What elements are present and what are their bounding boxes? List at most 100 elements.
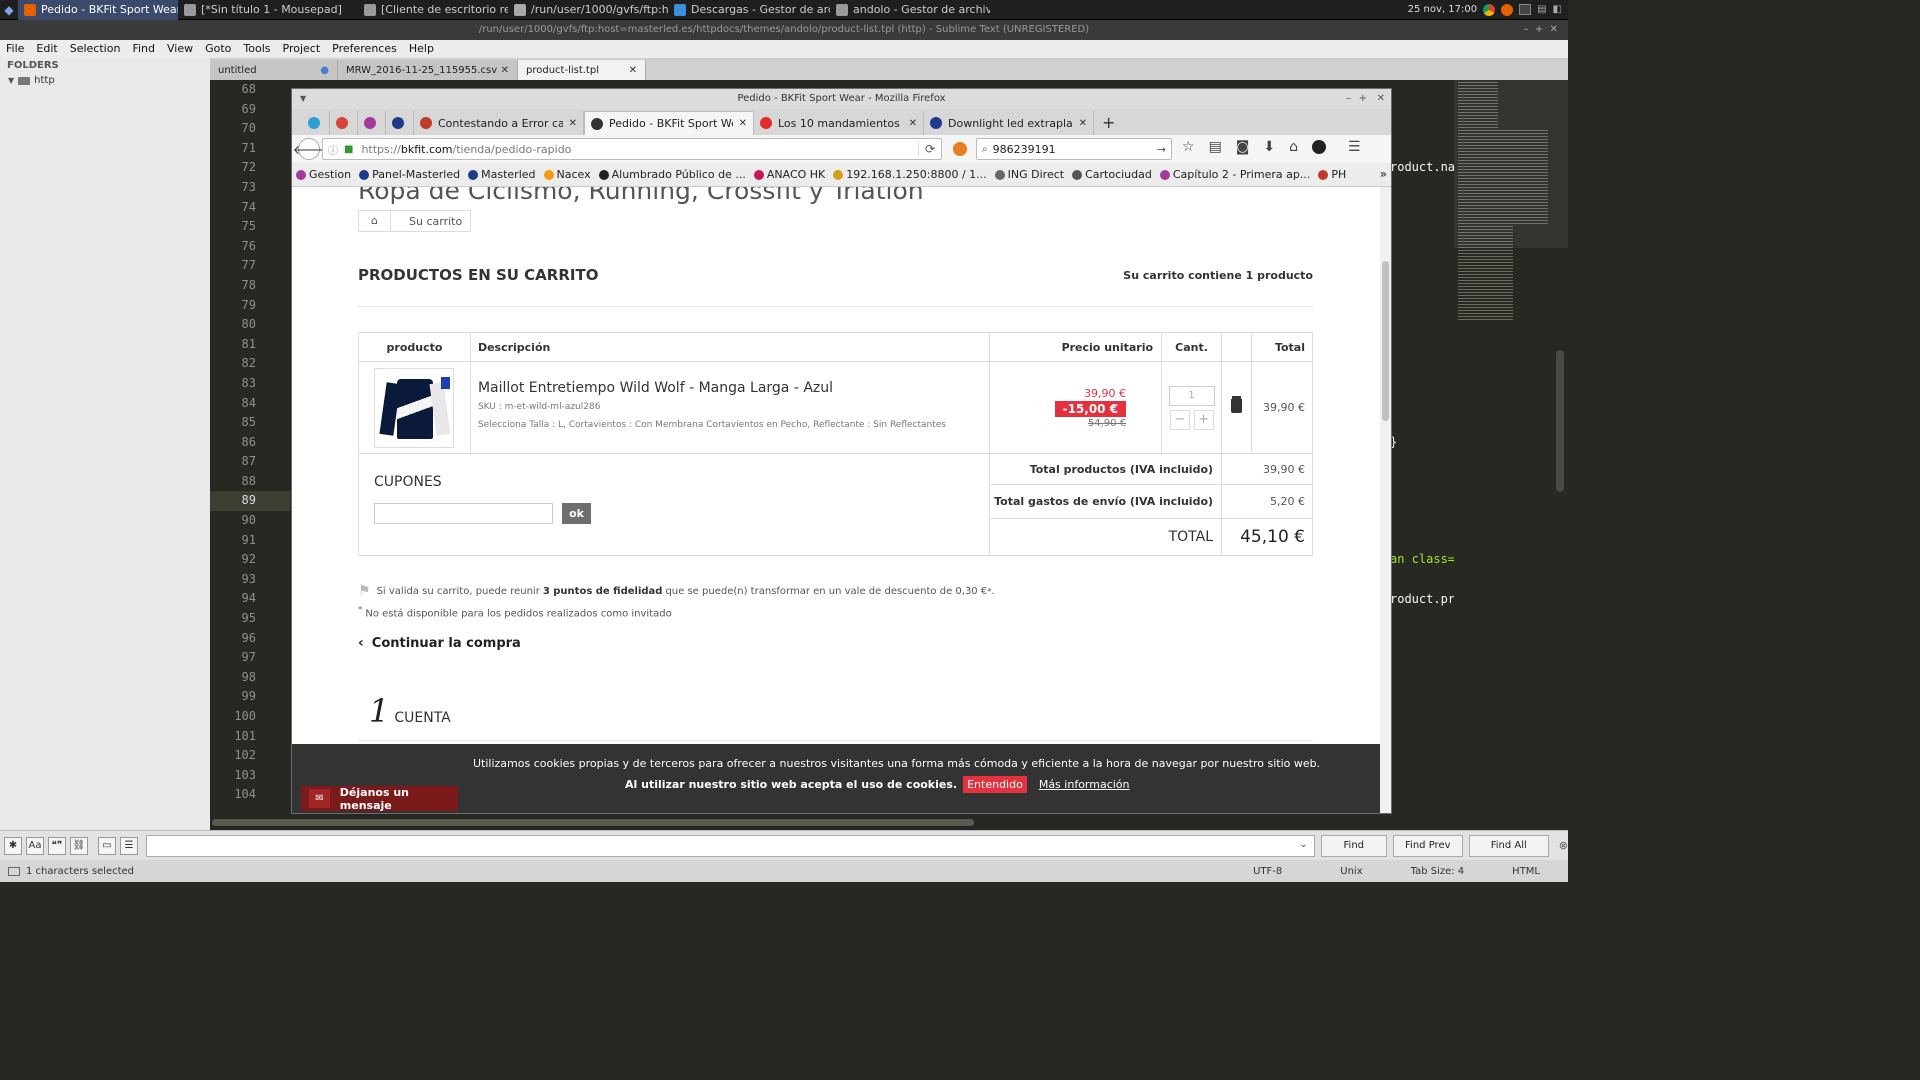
downloads-icon[interactable]: ⬇ — [1263, 139, 1275, 155]
page-scrollbar[interactable] — [1380, 187, 1391, 813]
chrome-tray-icon[interactable] — [1483, 3, 1496, 16]
close-tab-icon[interactable]: ✕ — [1079, 118, 1087, 129]
highlight-toggle[interactable]: ☰ — [120, 836, 138, 855]
bookmarks-overflow[interactable]: » — [1380, 167, 1387, 181]
bookmark-item[interactable]: Alumbrado Público de ... — [598, 168, 746, 181]
browser-tab[interactable]: Pedido - BKFit Sport We... ✕ — [584, 111, 754, 135]
qty-increase-button[interactable]: + — [1193, 409, 1214, 430]
editor-horizontal-scrollbar[interactable] — [210, 816, 1568, 830]
pocket-icon[interactable]: ◙ — [1236, 139, 1250, 155]
page-info-icon[interactable]: ⓘ — [328, 142, 338, 157]
back-button[interactable]: 🡐 — [293, 138, 325, 160]
close-tab-icon[interactable]: ✕ — [909, 118, 917, 129]
network-tray-icon[interactable]: ▤ — [1537, 4, 1546, 15]
unsaved-dot-icon[interactable]: ● — [320, 65, 329, 76]
pinned-tab[interactable] — [302, 111, 330, 135]
page-scroll-thumb[interactable] — [1382, 261, 1389, 421]
browser-tab[interactable]: Downlight led extrapla... ✕ — [924, 111, 1094, 135]
addon-basketball-icon[interactable] — [953, 142, 967, 156]
close-find-icon[interactable]: ⊗ — [1559, 839, 1568, 852]
code-fragments[interactable]: roduct.nan} an class=" roduct.pric — [1390, 80, 1469, 816]
bookmark-item[interactable]: Masterled — [468, 168, 536, 181]
reading-list-icon[interactable]: ▤ — [1209, 139, 1222, 155]
cookie-more-link[interactable]: Más información — [1039, 778, 1130, 791]
whole-word-toggle[interactable]: ❝❞ — [48, 836, 66, 855]
taskbar-task[interactable]: [Cliente de escritorio remo... — [358, 0, 508, 20]
sublime-window-controls[interactable]: – + ✕ — [1524, 20, 1558, 40]
bookmark-item[interactable]: ANACO HK — [753, 168, 825, 181]
status-line-endings[interactable]: Unix — [1340, 866, 1362, 877]
pinned-tab[interactable] — [386, 111, 414, 135]
folder-item-http[interactable]: ▼ http — [0, 73, 210, 88]
close-tab-icon[interactable]: ✕ — [629, 65, 637, 76]
bookmark-item[interactable]: Capítulo 2 - Primera ap... — [1159, 168, 1310, 181]
menu-project[interactable]: Project — [277, 40, 327, 58]
search-bar[interactable]: ⌕ 986239191 → — [976, 138, 1172, 160]
bookmark-item[interactable]: Gestion — [296, 168, 351, 181]
coupon-input[interactable] — [374, 503, 553, 524]
find-button[interactable]: Find — [1320, 834, 1387, 857]
wrap-toggle[interactable]: ⛓ — [70, 836, 88, 855]
coupon-ok-button[interactable]: ok — [562, 503, 591, 524]
minimap[interactable] — [1454, 80, 1568, 816]
pinned-tab[interactable] — [330, 111, 358, 135]
find-input[interactable]: ⌄ — [146, 834, 1315, 857]
taskbar-task[interactable]: [*Sin título 1 - Mousepad] — [178, 0, 358, 20]
bookmark-item[interactable]: Panel-Masterled — [359, 168, 460, 181]
addon-dark-icon[interactable] — [1312, 140, 1327, 154]
product-image[interactable] — [374, 367, 455, 448]
case-toggle[interactable]: Aa — [26, 836, 44, 855]
firefox-tray-icon[interactable] — [1501, 3, 1514, 16]
find-history-icon[interactable]: ⌄ — [1299, 839, 1307, 850]
leave-message-button[interactable]: ✉ Déjanos un mensaje — [301, 786, 458, 812]
bookmark-item[interactable]: ING Direct — [994, 168, 1064, 181]
close-tab-icon[interactable]: ✕ — [739, 118, 747, 129]
continue-shopping-link[interactable]: ‹ Continuar la compra — [358, 635, 521, 651]
product-name[interactable]: Maillot Entretiempo Wild Wolf - Manga La… — [478, 380, 989, 396]
status-syntax[interactable]: HTML — [1512, 866, 1540, 877]
folder-expand-icon[interactable]: ▼ — [8, 76, 14, 85]
bookmark-item[interactable]: 192.168.1.250:8800 / 1... — [833, 168, 987, 181]
taskbar-clock[interactable]: 25 nov, 17:00 — [1408, 4, 1477, 15]
editor-scrollbar[interactable] — [1556, 350, 1564, 492]
close-window-button[interactable]: ✕ — [1377, 89, 1385, 109]
menu-goto[interactable]: Goto — [199, 40, 237, 58]
editor-tab[interactable]: product-list.tpl ✕ — [518, 60, 646, 80]
bookmark-item[interactable]: PH — [1318, 168, 1346, 181]
taskbar-task[interactable]: /run/user/1000/gvfs/ftp:h... — [508, 0, 668, 20]
maximize-button[interactable]: + — [1359, 89, 1367, 109]
editor-tab[interactable]: untitled ● — [210, 60, 338, 80]
menu-preferences[interactable]: Preferences — [326, 40, 403, 58]
menu-find[interactable]: Find — [126, 40, 161, 58]
hamburger-menu-icon[interactable]: ☰ — [1348, 139, 1361, 155]
bookmark-star-icon[interactable]: ☆ — [1182, 139, 1195, 155]
app-menu-icon[interactable]: ◆ — [0, 0, 18, 20]
trash-icon[interactable] — [1231, 399, 1243, 413]
terminal-tray-icon[interactable] — [1519, 4, 1532, 15]
menu-tools[interactable]: Tools — [237, 40, 276, 58]
regex-toggle[interactable]: ✱ — [4, 836, 22, 855]
home-icon[interactable]: ⌂ — [1289, 139, 1298, 155]
menu-selection[interactable]: Selection — [64, 40, 127, 58]
pinned-tab[interactable] — [358, 111, 386, 135]
minimize-button[interactable]: – — [1346, 89, 1351, 109]
status-panel-icon[interactable] — [8, 866, 20, 876]
cookie-accept-button[interactable]: Entendido — [963, 776, 1027, 793]
browser-tab[interactable]: Los 10 mandamientos ... ✕ — [754, 111, 924, 135]
power-tray-icon[interactable]: ◧ — [1553, 4, 1562, 15]
qty-decrease-button[interactable]: − — [1169, 409, 1190, 430]
editor-horizontal-scroll-thumb[interactable] — [212, 819, 974, 826]
close-tab-icon[interactable]: ✕ — [569, 118, 577, 129]
in-selection-toggle[interactable]: ▭ — [98, 836, 116, 855]
quantity-input[interactable]: 1 — [1168, 385, 1215, 406]
bookmark-item[interactable]: Cartociudad — [1072, 168, 1152, 181]
bookmark-item[interactable]: Nacex — [543, 168, 591, 181]
menu-view[interactable]: View — [161, 40, 199, 58]
taskbar-task[interactable]: Descargas - Gestor de arch... — [668, 0, 830, 20]
status-tab-size[interactable]: Tab Size: 4 — [1411, 866, 1465, 877]
editor-tab[interactable]: MRW_2016-11-25_115955.csv ✕ — [338, 60, 518, 80]
search-go-icon[interactable]: → — [1157, 143, 1166, 156]
browser-tab[interactable]: Contestando a Error cal... ✕ — [414, 111, 584, 135]
taskbar-task[interactable]: andolo - Gestor de archivos — [830, 0, 990, 20]
find-prev-button[interactable]: Find Prev — [1392, 834, 1463, 857]
